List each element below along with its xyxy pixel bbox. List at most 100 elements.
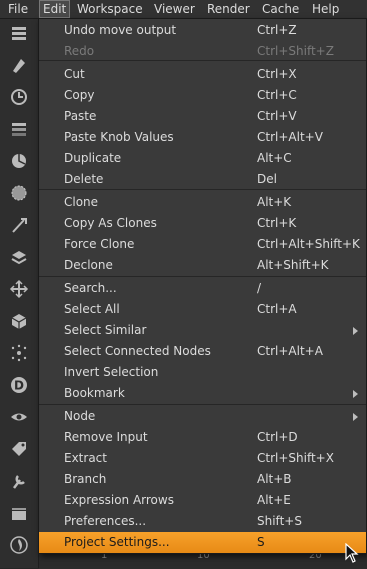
menu-render[interactable]: Render — [203, 0, 254, 18]
menu-help[interactable]: Help — [308, 0, 343, 18]
menu-item-duplicate[interactable]: Duplicate Alt+C — [39, 148, 366, 169]
menu-item-label: Copy — [64, 88, 95, 102]
menu-item-select-connected-nodes[interactable]: Select Connected Nodes Ctrl+Alt+A — [39, 341, 366, 362]
deep-icon[interactable]: D — [6, 372, 32, 398]
menu-item-redo: Redo Ctrl+Shift+Z — [39, 41, 366, 62]
menu-item-delete[interactable]: Delete Del — [39, 169, 366, 190]
menu-item-shortcut: Ctrl+Alt+Shift+K — [257, 237, 360, 251]
menu-item-undo-move-output[interactable]: Undo move output Ctrl+Z — [39, 20, 366, 41]
menu-edit[interactable]: Edit — [39, 0, 71, 18]
menu-item-label: Extract — [64, 451, 107, 465]
menu-item-declone[interactable]: Declone Alt+Shift+K — [39, 255, 366, 276]
menu-item-shortcut: Ctrl+K — [257, 216, 297, 230]
furnace-icon[interactable] — [6, 532, 32, 558]
draw-icon[interactable] — [6, 52, 32, 78]
menu-item-shortcut: Ctrl+Alt+A — [257, 344, 323, 358]
menu-item-preferences[interactable]: Preferences... Shift+S — [39, 511, 366, 532]
menu-item-shortcut: Alt+B — [257, 472, 292, 486]
transform-icon[interactable] — [6, 276, 32, 302]
image-icon[interactable] — [6, 20, 32, 46]
menu-item-shortcut: Ctrl+D — [257, 430, 298, 444]
menu-item-shortcut: Ctrl+C — [257, 88, 297, 102]
menu-item-label: Undo move output — [64, 23, 177, 37]
menu-item-copy[interactable]: Copy Ctrl+C — [39, 85, 366, 106]
menu-item-label: Bookmark — [64, 386, 125, 400]
menu-item-label: Project Settings... — [64, 535, 170, 549]
menu-item-search[interactable]: Search... / — [39, 278, 366, 299]
menu-item-bookmark[interactable]: Bookmark — [39, 383, 366, 404]
3d-icon[interactable] — [6, 308, 32, 334]
menu-item-shortcut: Ctrl+X — [257, 67, 297, 81]
menu-item-remove-input[interactable]: Remove Input Ctrl+D — [39, 427, 366, 448]
menu-item-label: Select Connected Nodes — [64, 344, 211, 358]
menu-item-paste[interactable]: Paste Ctrl+V — [39, 106, 366, 127]
menu-separator — [39, 276, 366, 277]
menu-item-shortcut: S — [257, 535, 265, 549]
channel-icon[interactable] — [6, 116, 32, 142]
mouse-cursor-icon — [345, 543, 359, 563]
menu-item-label: Node — [64, 409, 96, 423]
views-icon[interactable] — [6, 404, 32, 430]
menu-item-paste-knob-values[interactable]: Paste Knob Values Ctrl+Alt+V — [39, 127, 366, 148]
menu-item-select-similar[interactable]: Select Similar — [39, 320, 366, 341]
svg-text:D: D — [14, 379, 24, 393]
toolsets-icon[interactable] — [6, 468, 32, 494]
menu-workspace[interactable]: Workspace — [73, 0, 147, 18]
menu-item-label: Search... — [64, 281, 117, 295]
menu-item-expression-arrows[interactable]: Expression Arrows Alt+E — [39, 490, 366, 511]
menu-item-project-settings[interactable]: Project Settings... S — [39, 532, 366, 553]
menu-item-shortcut: Alt+C — [257, 151, 292, 165]
menu-separator — [39, 404, 366, 405]
other-icon[interactable] — [6, 500, 32, 526]
menu-item-label: Paste Knob Values — [64, 130, 174, 144]
menu-item-label: Invert Selection — [64, 365, 159, 379]
menu-item-shortcut: / — [257, 281, 262, 295]
menu-item-shortcut: Ctrl+Alt+V — [257, 130, 323, 144]
menu-item-label: Copy As Clones — [64, 216, 157, 230]
menu-item-extract[interactable]: Extract Ctrl+Shift+X — [39, 448, 366, 469]
menu-item-label: Cut — [64, 67, 85, 81]
filter-icon[interactable] — [6, 180, 32, 206]
submenu-arrow-icon — [353, 413, 358, 421]
menu-item-label: Declone — [64, 258, 113, 272]
menu-item-shortcut: Ctrl+Z — [257, 23, 297, 37]
menu-item-force-clone[interactable]: Force Clone Ctrl+Alt+Shift+K — [39, 234, 366, 255]
menu-item-label: Delete — [64, 172, 104, 186]
edit-menu-dropdown: Undo move output Ctrl+Z Redo Ctrl+Shift+Z Cu… — [38, 18, 367, 554]
menu-item-shortcut: Ctrl+Shift+X — [257, 451, 334, 465]
submenu-arrow-icon — [353, 390, 358, 398]
menu-file[interactable]: File — [4, 0, 32, 18]
menu-item-invert-selection[interactable]: Invert Selection — [39, 362, 366, 383]
menu-item-label: Redo — [64, 44, 95, 58]
menu-viewer[interactable]: Viewer — [150, 0, 199, 18]
time-icon[interactable] — [6, 84, 32, 110]
menu-item-shortcut: Del — [257, 172, 277, 186]
menu-item-shortcut: Alt+E — [257, 493, 291, 507]
menu-item-clone[interactable]: Clone Alt+K — [39, 192, 366, 213]
menu-bar: File Edit Workspace Viewer Render Cache Help — [0, 0, 367, 19]
menu-item-shortcut: Ctrl+V — [257, 109, 297, 123]
metadata-icon[interactable] — [6, 436, 32, 462]
menu-item-shortcut: Shift+S — [257, 514, 302, 528]
menu-item-shortcut: Ctrl+A — [257, 302, 297, 316]
menu-cache[interactable]: Cache — [258, 0, 303, 18]
node-toolbar: D — [0, 19, 39, 568]
menu-item-label: Preferences... — [64, 514, 147, 528]
color-icon[interactable] — [6, 148, 32, 174]
merge-icon[interactable] — [6, 244, 32, 270]
menu-item-copy-as-clones[interactable]: Copy As Clones Ctrl+K — [39, 213, 366, 234]
menu-item-label: Remove Input — [64, 430, 148, 444]
menu-item-label: Clone — [64, 195, 99, 209]
menu-item-label: Select All — [64, 302, 120, 316]
menu-item-select-all[interactable]: Select All Ctrl+A — [39, 299, 366, 320]
menu-item-label: Duplicate — [64, 151, 122, 165]
menu-item-label: Branch — [64, 472, 107, 486]
particles-icon[interactable] — [6, 340, 32, 366]
keyer-icon[interactable] — [6, 212, 32, 238]
menu-item-branch[interactable]: Branch Alt+B — [39, 469, 366, 490]
menu-item-label: Paste — [64, 109, 97, 123]
menu-item-label: Select Similar — [64, 323, 147, 337]
submenu-arrow-icon — [353, 327, 358, 335]
menu-item-cut[interactable]: Cut Ctrl+X — [39, 64, 366, 85]
menu-item-node[interactable]: Node — [39, 406, 366, 427]
